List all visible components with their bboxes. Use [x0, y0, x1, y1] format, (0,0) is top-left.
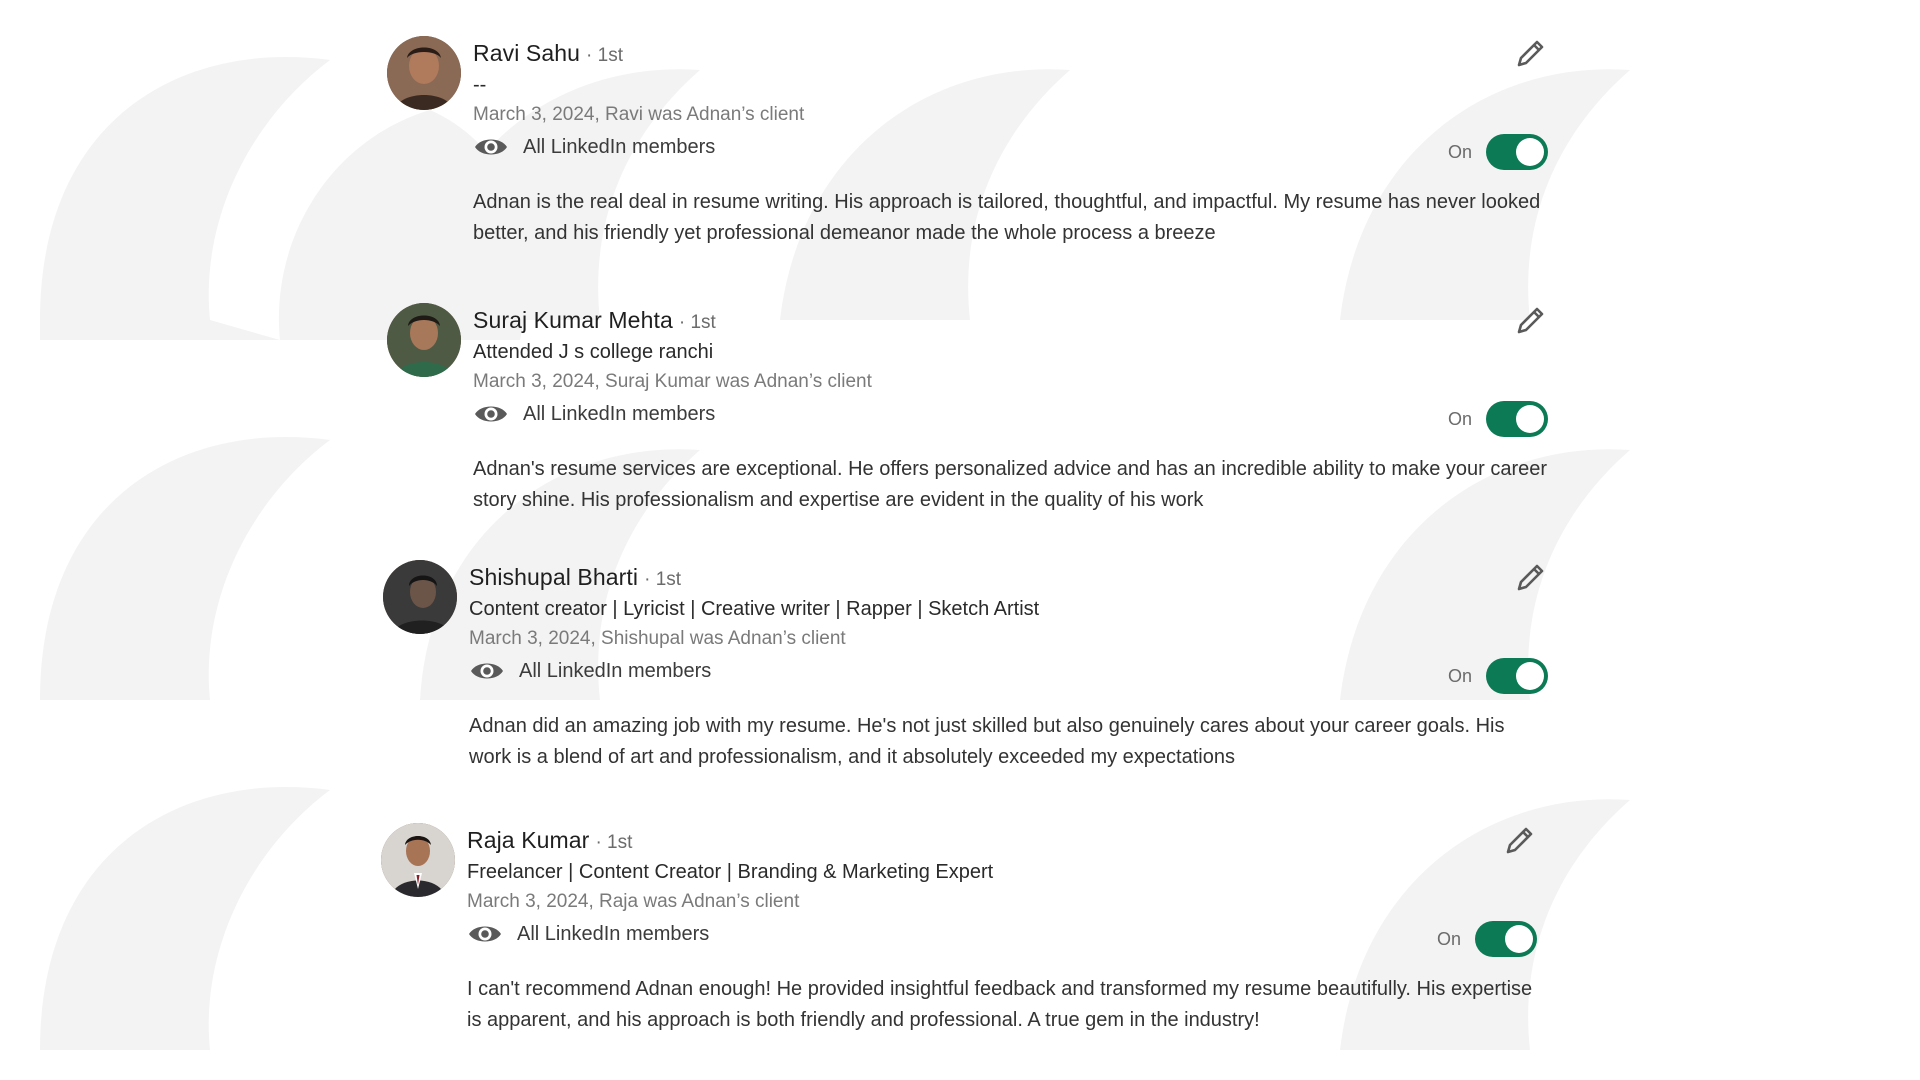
- toggle-label: On: [1447, 665, 1472, 686]
- visibility-toggle-group: On: [1437, 921, 1537, 957]
- recommender-headline: --: [473, 74, 487, 96]
- recommendation-date-relationship: March 3, 2024, Suraj Kumar was Adnan’s c…: [473, 371, 872, 392]
- pencil-icon[interactable]: [1512, 303, 1548, 339]
- pencil-icon[interactable]: [1512, 560, 1548, 596]
- visibility-label: All LinkedIn members: [519, 659, 712, 682]
- visibility-setting: All LinkedIn members: [473, 135, 715, 159]
- toggle-knob: [1516, 138, 1544, 166]
- recommendation-card: Shishupal Bharti · 1st Content creator |…: [383, 560, 1548, 780]
- recommendation-text: Adnan is the real deal in resume writing…: [473, 191, 1541, 244]
- name-line: Ravi Sahu · 1st: [473, 40, 623, 67]
- toggle-label: On: [1447, 141, 1472, 162]
- recommendation-text: Adnan's resume services are exceptional.…: [473, 458, 1548, 511]
- recommendations-list: Ravi Sahu · 1st -- March 3, 2024, Ravi w…: [0, 0, 1920, 1080]
- avatar[interactable]: [383, 560, 457, 634]
- toggle-label: On: [1447, 408, 1472, 429]
- recommender-headline: Attended J s college ranchi: [473, 341, 714, 363]
- toggle-knob: [1516, 662, 1544, 690]
- person-photo-icon: [383, 560, 457, 634]
- visibility-toggle-group: On: [1448, 134, 1548, 170]
- visibility-toggle[interactable]: [1486, 401, 1548, 437]
- recommender-name[interactable]: Raja Kumar: [467, 827, 589, 854]
- pencil-icon[interactable]: [1512, 36, 1548, 72]
- recommendation-card: Ravi Sahu · 1st -- March 3, 2024, Ravi w…: [387, 36, 1548, 256]
- eye-icon: [469, 926, 501, 942]
- visibility-setting: All LinkedIn members: [467, 922, 709, 946]
- connection-degree: · 1st: [644, 569, 682, 590]
- eye-icon: [475, 406, 507, 422]
- visibility-toggle-group: On: [1448, 658, 1548, 694]
- toggle-knob: [1505, 925, 1533, 953]
- recommendation-card: Raja Kumar · 1st Freelancer | Content Cr…: [381, 823, 1541, 1043]
- recommendation-card: Suraj Kumar Mehta · 1st Attended J s col…: [387, 303, 1548, 523]
- toggle-label: On: [1436, 928, 1461, 949]
- visibility-label: All LinkedIn members: [523, 135, 716, 158]
- visibility-toggle-group: On: [1448, 401, 1548, 437]
- recommendation-text: I can't recommend Adnan enough! He provi…: [467, 978, 1533, 1031]
- recommendation-date-relationship: March 3, 2024, Ravi was Adnan’s client: [473, 104, 805, 125]
- recommender-headline: Freelancer | Content Creator | Branding …: [467, 861, 994, 883]
- person-photo-icon: [387, 36, 461, 110]
- avatar[interactable]: [381, 823, 455, 897]
- avatar[interactable]: [387, 303, 461, 377]
- toggle-knob: [1516, 405, 1544, 433]
- name-line: Raja Kumar · 1st: [467, 827, 632, 854]
- visibility-setting: All LinkedIn members: [473, 402, 715, 426]
- connection-degree: · 1st: [678, 312, 716, 333]
- recommendation-date-relationship: March 3, 2024, Shishupal was Adnan’s cli…: [469, 628, 846, 649]
- person-photo-icon: [381, 823, 455, 897]
- connection-degree: · 1st: [595, 832, 633, 853]
- visibility-label: All LinkedIn members: [523, 402, 716, 425]
- recommendation-text: Adnan did an amazing job with my resume.…: [469, 715, 1505, 768]
- visibility-toggle[interactable]: [1486, 658, 1548, 694]
- avatar[interactable]: [387, 36, 461, 110]
- visibility-toggle[interactable]: [1486, 134, 1548, 170]
- eye-icon: [475, 139, 507, 155]
- name-line: Suraj Kumar Mehta · 1st: [473, 307, 716, 334]
- visibility-setting: All LinkedIn members: [469, 659, 711, 683]
- visibility-label: All LinkedIn members: [517, 922, 710, 945]
- recommendation-date-relationship: March 3, 2024, Raja was Adnan’s client: [467, 891, 800, 912]
- recommender-name[interactable]: Ravi Sahu: [473, 40, 580, 67]
- name-line: Shishupal Bharti · 1st: [469, 564, 681, 591]
- pencil-icon[interactable]: [1501, 823, 1537, 859]
- eye-icon: [471, 663, 503, 679]
- connection-degree: · 1st: [586, 45, 623, 66]
- recommender-name[interactable]: Suraj Kumar Mehta: [473, 307, 673, 334]
- recommender-headline: Content creator | Lyricist | Creative wr…: [469, 598, 1040, 620]
- person-photo-icon: [387, 303, 461, 377]
- recommender-name[interactable]: Shishupal Bharti: [469, 564, 638, 591]
- visibility-toggle[interactable]: [1475, 921, 1537, 957]
